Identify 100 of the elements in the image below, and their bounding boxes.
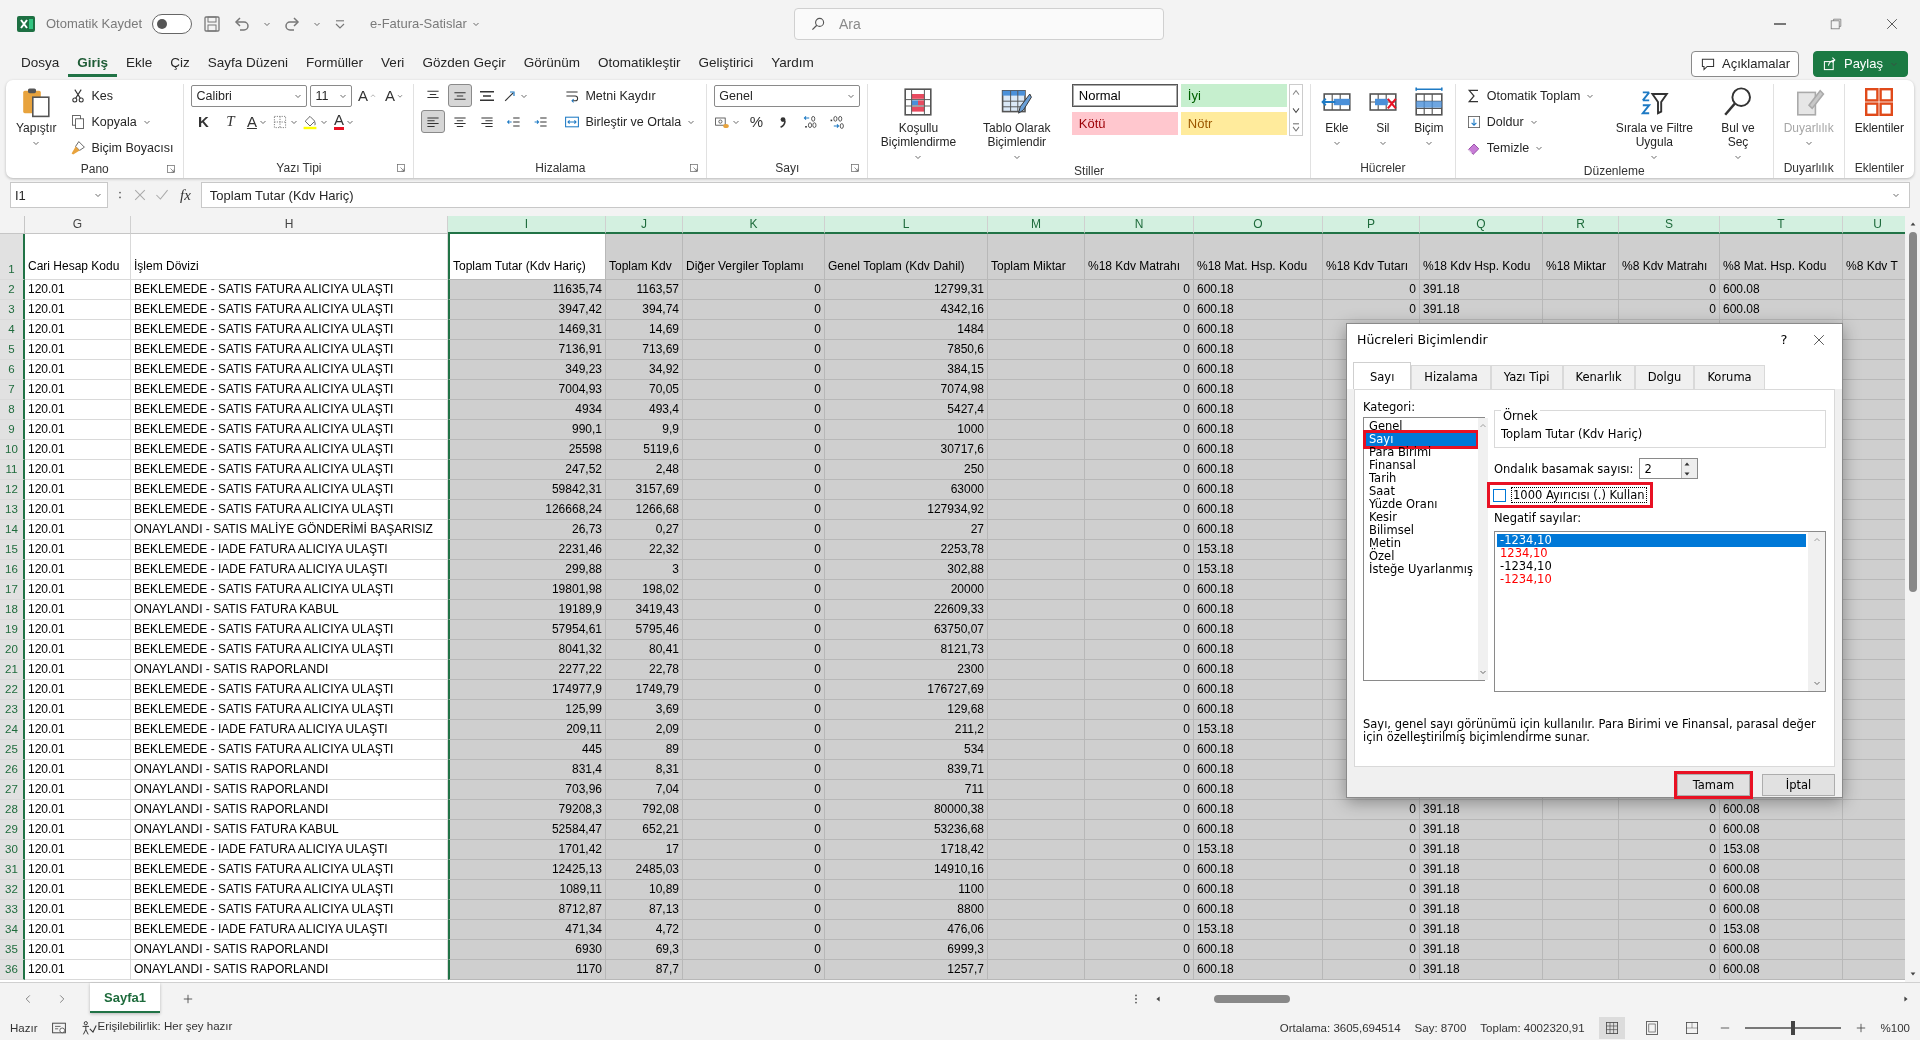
- scrollbar-thumb[interactable]: [1908, 232, 1917, 592]
- ribbon-button[interactable]: Sırala ve Filtre Uygula: [1606, 84, 1703, 164]
- dialog-tab[interactable]: Hizalama: [1411, 365, 1491, 389]
- menu-tab[interactable]: Giriş: [68, 50, 118, 77]
- ribbon-button[interactable]: Kes: [67, 86, 116, 105]
- menu-tab[interactable]: Çiz: [161, 50, 199, 77]
- column-header[interactable]: Q: [1420, 216, 1543, 234]
- cell-style[interactable]: Nötr: [1180, 111, 1287, 135]
- menu-tab[interactable]: Yardım: [762, 50, 823, 77]
- row-header[interactable]: 30: [0, 840, 25, 860]
- row-header[interactable]: 13: [0, 500, 25, 520]
- ribbon-button[interactable]: Tablo Olarak Biçimlendir: [969, 84, 1064, 164]
- menu-tab[interactable]: Görünüm: [514, 50, 589, 77]
- ribbon-button[interactable]: Doldur: [1462, 112, 1542, 131]
- row-header[interactable]: 3: [0, 300, 25, 320]
- row-header[interactable]: 12: [0, 480, 25, 500]
- row-header[interactable]: 9: [0, 420, 25, 440]
- format-button[interactable]: A: [355, 84, 380, 107]
- ribbon-button[interactable]: Temizle: [1462, 138, 1548, 157]
- menu-tab[interactable]: Gözden Geçir: [413, 50, 515, 77]
- row-header[interactable]: 16: [0, 560, 25, 580]
- column-header[interactable]: L: [825, 216, 988, 234]
- row-header[interactable]: 1: [0, 234, 25, 280]
- row-header[interactable]: 33: [0, 900, 25, 920]
- row-header[interactable]: 32: [0, 880, 25, 900]
- column-header[interactable]: T: [1720, 216, 1843, 234]
- dialog-tab[interactable]: Sayı: [1353, 362, 1412, 389]
- dropdown-field[interactable]: 11: [310, 84, 353, 107]
- row-header[interactable]: 28: [0, 800, 25, 820]
- list-item[interactable]: -1234,10: [1497, 534, 1806, 547]
- list-item[interactable]: -1234,10: [1497, 573, 1806, 586]
- dialog-tab[interactable]: Koruma: [1694, 365, 1765, 389]
- format-button[interactable]: %: [744, 110, 769, 133]
- menu-tab[interactable]: Dosya: [12, 50, 69, 77]
- row-header[interactable]: 20: [0, 640, 25, 660]
- ribbon-button[interactable]: Otomatik Toplam: [1462, 86, 1599, 105]
- ribbon-button[interactable]: Eklentiler: [1851, 84, 1907, 137]
- row-header[interactable]: 31: [0, 860, 25, 880]
- add-sheet-icon[interactable]: [181, 993, 194, 1005]
- zoom-in-icon[interactable]: [1854, 1021, 1867, 1034]
- category-list[interactable]: Genel Sayı Para Birimi Finansal Tarih Saat Yüzde Oranı Kesir Bilimsel Metin Özel İsteğe Uyarlanmış: [1363, 417, 1485, 681]
- column-header[interactable]: S: [1619, 216, 1720, 234]
- row-header[interactable]: 17: [0, 580, 25, 600]
- list-item[interactable]: Metin: [1366, 537, 1476, 550]
- zoom-level[interactable]: %100: [1880, 1021, 1910, 1034]
- menu-tab[interactable]: Sayfa Düzeni: [198, 50, 298, 77]
- list-item[interactable]: Para Birimi: [1366, 446, 1476, 459]
- search-field[interactable]: Ara: [794, 7, 1164, 40]
- cell-style[interactable]: Normal: [1071, 84, 1178, 107]
- formula-field[interactable]: Toplam Tutar (Kdv Hariç): [200, 182, 1910, 208]
- row-header[interactable]: 23: [0, 700, 25, 720]
- list-item[interactable]: İsteğe Uyarlanmış: [1366, 563, 1476, 576]
- name-box[interactable]: I1: [10, 182, 108, 208]
- ribbon-button[interactable]: Yapıştır: [13, 84, 60, 150]
- ribbon-button[interactable]: Biçim Boyacısı: [67, 138, 177, 157]
- share-button[interactable]: Paylaş: [1812, 50, 1908, 77]
- launcher-icon[interactable]: [396, 163, 407, 173]
- menu-tab[interactable]: Veri: [372, 50, 414, 77]
- row-header[interactable]: 34: [0, 920, 25, 940]
- ribbon-button[interactable]: Sil: [1363, 84, 1402, 150]
- scroll-right-icon[interactable]: [1902, 995, 1910, 1003]
- list-item[interactable]: Özel: [1366, 550, 1476, 563]
- list-item[interactable]: Sayı: [1366, 433, 1476, 446]
- launcher-icon[interactable]: [850, 163, 861, 173]
- row-header[interactable]: 7: [0, 380, 25, 400]
- dialog-tab[interactable]: Kenarlık: [1562, 365, 1635, 389]
- row-header[interactable]: 11: [0, 460, 25, 480]
- accessibility-status[interactable]: Erişilebilirlik: Her şey hazır: [81, 1019, 233, 1036]
- row-header[interactable]: 21: [0, 660, 25, 680]
- dropdown-field[interactable]: Calibri: [191, 84, 308, 107]
- row-header[interactable]: 27: [0, 780, 25, 800]
- ribbon-button[interactable]: Koşullu Biçimlendirme: [875, 84, 962, 164]
- list-item[interactable]: Yüzde Oranı: [1366, 498, 1476, 511]
- menu-tab[interactable]: Ekle: [117, 50, 162, 77]
- scrollbar-thumb[interactable]: [1214, 995, 1290, 1003]
- row-header[interactable]: 10: [0, 440, 25, 460]
- column-header[interactable]: H: [131, 216, 448, 234]
- scroll-up-icon[interactable]: [1908, 220, 1917, 228]
- format-button[interactable]: A: [382, 84, 407, 107]
- column-header[interactable]: J: [606, 216, 683, 234]
- row-header[interactable]: 25: [0, 740, 25, 760]
- row-header[interactable]: 6: [0, 360, 25, 380]
- cancel-icon[interactable]: [132, 187, 148, 203]
- ribbon-button[interactable]: Metni Kaydır: [561, 86, 659, 105]
- view-button[interactable]: [1598, 1016, 1625, 1039]
- column-header[interactable]: P: [1323, 216, 1420, 234]
- row-header[interactable]: 22: [0, 680, 25, 700]
- list-item[interactable]: Bilimsel: [1366, 524, 1476, 537]
- menu-tab[interactable]: Geliştirici: [689, 50, 763, 77]
- scroll-down-icon[interactable]: [1908, 970, 1917, 978]
- row-header[interactable]: 15: [0, 540, 25, 560]
- column-header[interactable]: O: [1194, 216, 1323, 234]
- slider-thumb[interactable]: [1790, 1020, 1795, 1035]
- file-name[interactable]: e-Fatura-Satislar: [370, 16, 481, 31]
- cancel-button[interactable]: İptal: [1762, 774, 1835, 796]
- list-item[interactable]: Finansal: [1366, 459, 1476, 472]
- list-item[interactable]: Tarih: [1366, 472, 1476, 485]
- row-header[interactable]: 4: [0, 320, 25, 340]
- scroll-left-icon[interactable]: [1154, 995, 1162, 1003]
- column-header[interactable]: G: [25, 216, 131, 234]
